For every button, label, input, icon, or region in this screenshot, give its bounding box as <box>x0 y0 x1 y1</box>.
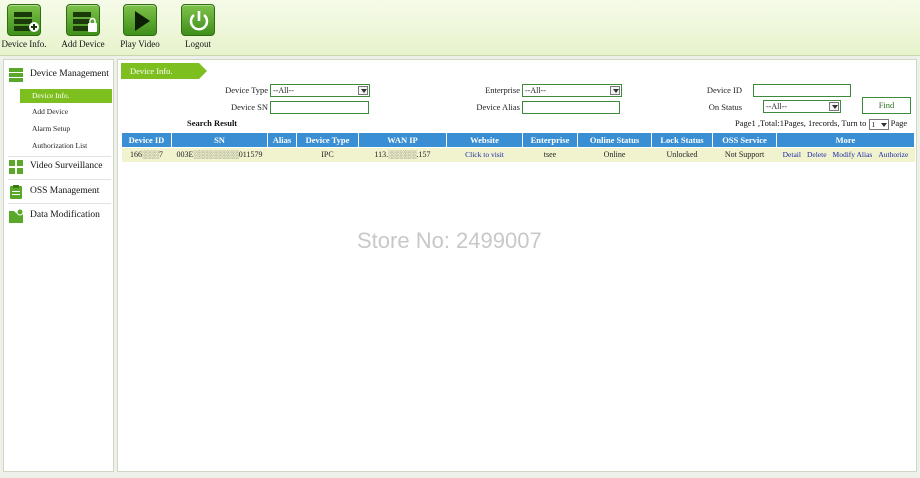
search-result-heading: Search Result <box>187 118 238 128</box>
folder-icon <box>9 208 24 223</box>
device-id-label: Device ID <box>706 85 742 95</box>
on-status-select[interactable]: --All-- <box>763 100 841 113</box>
cell-online-status: Online <box>577 147 652 162</box>
enterprise-select[interactable]: --All-- <box>522 84 622 97</box>
cell-device-id: 166░░░7 <box>121 147 172 162</box>
device-id-input[interactable] <box>753 84 851 97</box>
sidebar-device-management[interactable]: Device Management <box>4 64 113 86</box>
sidebar-item-add-device[interactable]: Add Device <box>20 105 112 119</box>
cell-enterprise: tsee <box>522 147 578 162</box>
sidebar-data-modification-label: Data Modification <box>30 210 100 220</box>
table-header-row: Device ID SN Alias Device Type WAN IP We… <box>121 132 915 148</box>
device-alias-input[interactable] <box>522 101 620 114</box>
sidebar-item-authorization-list[interactable]: Authorization List <box>20 139 112 153</box>
on-status-value: --All-- <box>766 102 787 111</box>
pagination-text: Page1 ,Total:1Pages, 1records, Turn to <box>735 118 867 128</box>
sidebar-oss-management-label: OSS Management <box>30 186 100 196</box>
watermark: Store No: 2499007 <box>357 228 542 253</box>
device-info-button[interactable]: Device Info. <box>0 4 52 49</box>
power-icon <box>181 4 215 36</box>
device-info-label: Device Info. <box>1 39 47 49</box>
chevron-down-icon <box>358 86 368 95</box>
cell-wan-ip: 113.░░░░░.157 <box>358 147 447 162</box>
delete-link[interactable]: Delete <box>807 150 827 159</box>
column-header: OSS Service <box>712 132 777 148</box>
detail-link[interactable]: Detail <box>783 150 801 159</box>
cell-website: Click to visit <box>446 147 523 162</box>
device-sn-label: Device SN <box>230 102 268 112</box>
server-stack-icon <box>9 68 23 82</box>
logout-label: Logout <box>185 39 211 49</box>
chevron-down-icon <box>829 102 839 111</box>
enterprise-value: --All-- <box>525 86 546 95</box>
device-type-label: Device Type <box>225 85 268 95</box>
cell-alias <box>267 147 297 162</box>
chevron-down-icon <box>610 86 620 95</box>
pagination-suffix: Page <box>890 118 908 128</box>
device-sn-input[interactable] <box>270 101 369 114</box>
main-panel: Device Info. Device Type --All-- Enterpr… <box>117 59 917 472</box>
click-to-visit-link[interactable]: Click to visit <box>465 150 504 159</box>
column-header: Enterprise <box>522 132 578 148</box>
device-type-value: --All-- <box>273 86 294 95</box>
column-header: Device ID <box>121 132 172 148</box>
column-header: SN <box>171 132 268 148</box>
column-header: WAN IP <box>358 132 447 148</box>
device-table: Device ID SN Alias Device Type WAN IP We… <box>121 132 915 162</box>
page-select[interactable]: 1 <box>868 118 889 130</box>
device-type-select[interactable]: --All-- <box>270 84 370 97</box>
enterprise-label: Enterprise <box>485 85 520 95</box>
sidebar-item-device-info[interactable]: Device Info. <box>20 89 112 103</box>
sidebar-video-surveillance-label: Video Surveillance <box>30 161 103 171</box>
sidebar-device-management-label: Device Management <box>30 69 109 79</box>
authorize-link[interactable]: Authorize <box>878 150 908 159</box>
sidebar-video-surveillance[interactable]: Video Surveillance <box>4 156 113 178</box>
column-header: Online Status <box>577 132 652 148</box>
play-video-label: Play Video <box>120 39 160 49</box>
modify-alias-link[interactable]: Modify Alias <box>833 150 873 159</box>
top-toolbar: Device Info. Add Device Play Video Logou… <box>0 0 920 56</box>
column-header: Device Type <box>296 132 359 148</box>
play-icon <box>123 4 157 36</box>
logout-button[interactable]: Logout <box>170 4 226 49</box>
breadcrumb-label: Device Info. <box>130 66 173 76</box>
column-header: Lock Status <box>651 132 713 148</box>
play-video-button[interactable]: Play Video <box>112 4 168 49</box>
cell-more: Detail Delete Modify Alias Authorize <box>776 147 915 162</box>
divider <box>8 179 111 180</box>
add-device-icon <box>66 4 100 36</box>
cell-device-type: IPC <box>296 147 359 162</box>
pagination: Page1 ,Total:1Pages, 1records, Turn to 1… <box>735 118 907 130</box>
column-header: More <box>776 132 915 148</box>
cell-lock-status: Unlocked <box>651 147 713 162</box>
on-status-label: On Status <box>708 102 742 112</box>
breadcrumb: Device Info. <box>121 63 207 79</box>
sidebar-data-modification[interactable]: Data Modification <box>4 205 113 227</box>
sidebar-item-alarm-setup[interactable]: Alarm Setup <box>20 122 112 136</box>
device-alias-label: Device Alias <box>476 102 520 112</box>
column-header: Website <box>446 132 523 148</box>
find-button[interactable]: Find <box>862 97 911 114</box>
sidebar-oss-management[interactable]: OSS Management <box>4 181 113 203</box>
column-header: Alias <box>267 132 297 148</box>
grid-icon <box>9 160 23 174</box>
add-device-label: Add Device <box>61 39 105 49</box>
device-info-icon <box>7 4 41 36</box>
table-row: 166░░░7 003E░░░░░░░░011579 IPC 113.░░░░░… <box>121 147 915 162</box>
clipboard-icon <box>10 185 22 199</box>
add-device-button[interactable]: Add Device <box>55 4 111 49</box>
divider <box>8 203 111 204</box>
cell-oss-service: Not Support <box>712 147 777 162</box>
cell-sn: 003E░░░░░░░░011579 <box>171 147 268 162</box>
sidebar: Device Management Device Info. Add Devic… <box>3 59 114 472</box>
